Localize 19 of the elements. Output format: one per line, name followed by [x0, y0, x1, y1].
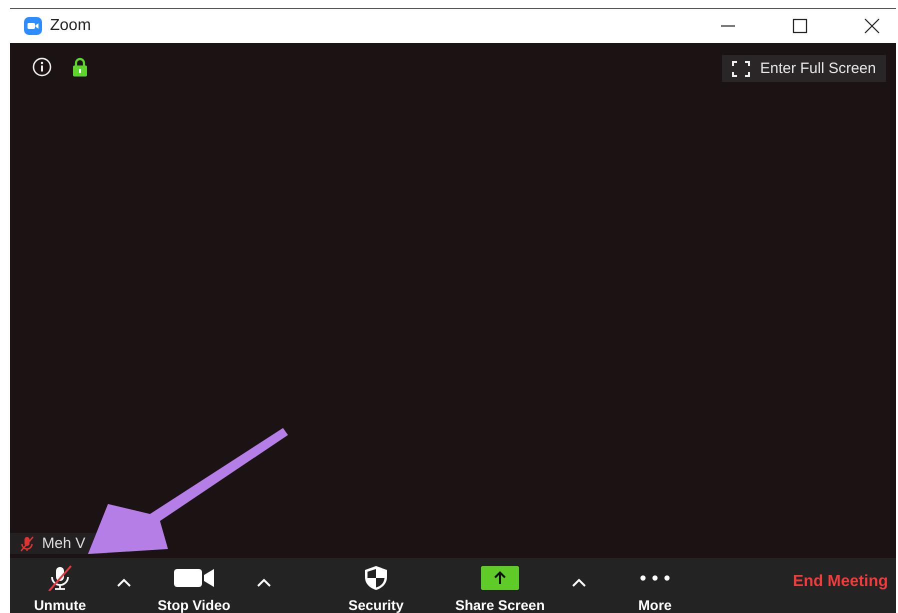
lock-icon[interactable] — [72, 57, 88, 77]
share-screen-button[interactable]: Share Screen — [445, 558, 555, 613]
share-screen-icon — [481, 566, 519, 590]
full-screen-button[interactable]: Enter Full Screen — [722, 55, 886, 82]
window-title: Zoom — [50, 17, 91, 35]
shield-icon — [364, 565, 388, 591]
more-button[interactable]: More — [603, 558, 707, 613]
stop-video-button[interactable]: Stop Video — [148, 558, 240, 613]
video-camera-icon — [173, 567, 215, 589]
participant-name: Meh V — [42, 535, 86, 552]
unmute-button[interactable]: Unmute — [20, 558, 100, 613]
camera-icon — [24, 17, 42, 35]
expand-icon — [732, 60, 750, 76]
more-icon — [639, 574, 671, 582]
maximize-icon[interactable] — [792, 18, 808, 34]
info-icon[interactable] — [32, 57, 52, 77]
end-meeting-button[interactable]: End Meeting — [790, 569, 890, 595]
close-icon[interactable] — [864, 18, 880, 34]
security-button[interactable]: Security — [331, 558, 421, 613]
